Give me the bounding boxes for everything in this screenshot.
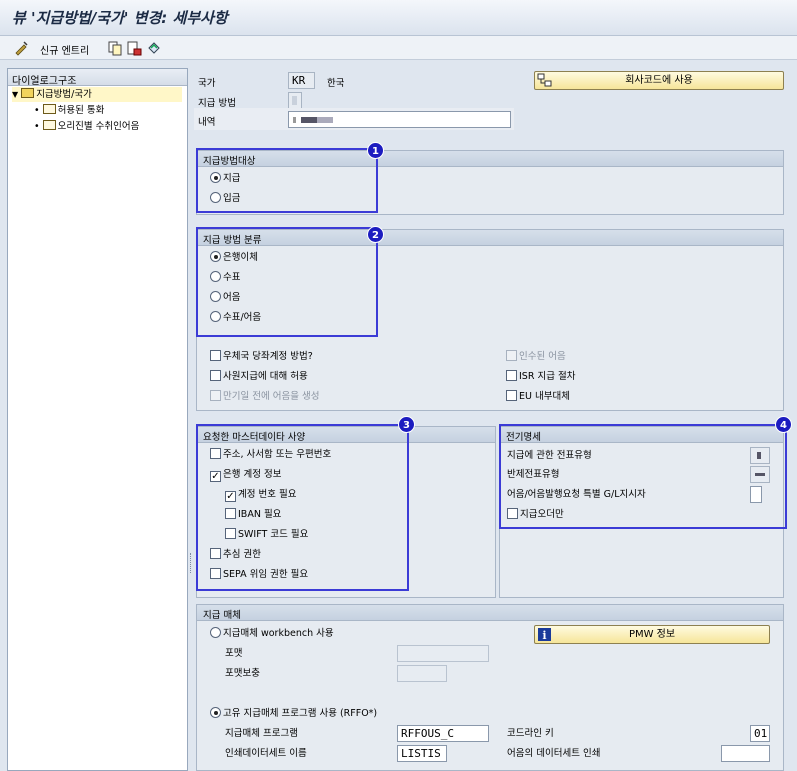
- note-print-label: 어음의 데이터세트 인쇄: [507, 748, 601, 759]
- key-field[interactable]: 01: [750, 725, 770, 742]
- program-field[interactable]: RFFOUS_C: [397, 725, 489, 742]
- checkbox-eu-internal[interactable]: EU 내부대체: [506, 389, 570, 405]
- checkbox-label: 인수된 어음: [519, 351, 566, 362]
- tree-item-allowed-currencies[interactable]: • 허용된 통화: [34, 103, 104, 118]
- checkbox-label: 우체국 당좌계정 방법?: [223, 351, 313, 362]
- checkbox-label: EU 내부대체: [519, 391, 570, 402]
- format-supplement-label: 포맷보충: [225, 668, 260, 679]
- country-name: 한국: [327, 78, 345, 89]
- format-supplement-field: [397, 665, 447, 682]
- annotation-box-4: [499, 424, 787, 529]
- checkbox-personnel[interactable]: 사원지급에 대해 허용: [210, 369, 308, 385]
- expand-arrow-icon[interactable]: ▼: [12, 90, 18, 99]
- country-field[interactable]: KR: [288, 72, 315, 89]
- annotation-box-1: [196, 148, 378, 213]
- checkbox-accepted-bill: 인수된 어음: [506, 349, 566, 365]
- checkbox-disabled-icon: [506, 350, 517, 361]
- payment-medium-title: 지급 매체: [197, 605, 783, 621]
- description-field[interactable]: [288, 111, 511, 128]
- tree-item-payment-method-country[interactable]: ▼ 지급방법/국가: [12, 87, 182, 102]
- format-field: [397, 645, 489, 662]
- application-toolbar: 신규 엔트리: [0, 36, 797, 60]
- checkbox-label: 사원지급에 대해 허용: [223, 371, 308, 382]
- checkbox-icon: [506, 370, 517, 381]
- tree-item-label: 허용된 통화: [57, 105, 105, 116]
- detail-area: 국가 KR 한국 지급 방법 내역 회사코드에 사용 지급방법대상 지급 입금 …: [194, 68, 797, 771]
- checkbox-label: ISR 지급 절차: [519, 371, 576, 382]
- checkbox-bill-before-due: 만기일 전에 어음을 생성: [210, 389, 319, 405]
- note-print-field[interactable]: [721, 745, 770, 762]
- checkbox-isr[interactable]: ISR 지급 절차: [506, 369, 575, 385]
- folder-icon: [42, 104, 56, 114]
- svg-text:i: i: [542, 629, 546, 642]
- annotation-badge-4: 4: [775, 416, 792, 433]
- new-entries-button[interactable]: 신규 엔트리: [40, 42, 89, 57]
- radio-label: 고유 지급매체 프로그램 사용 (RFFO*): [223, 708, 378, 719]
- bullet-icon: •: [34, 105, 40, 116]
- tree-header: 다이얼로그구조: [8, 69, 187, 87]
- payment-method-label: 지급 방법: [198, 98, 236, 109]
- key-label: 코드라인 키: [507, 728, 554, 739]
- country-label: 국가: [198, 78, 216, 89]
- tree-item-label: 오리진별 수취인어음: [57, 121, 140, 132]
- bullet-icon: •: [34, 121, 40, 132]
- copy-icon[interactable]: [107, 40, 123, 56]
- annotation-badge-2: 2: [367, 226, 384, 243]
- radio-button-icon: [210, 627, 221, 638]
- description-label: 내역: [198, 117, 216, 128]
- checkbox-disabled-icon: [210, 390, 221, 401]
- payment-method-field[interactable]: [288, 92, 302, 109]
- delete-icon[interactable]: [126, 40, 142, 56]
- checkbox-label: 만기일 전에 어음을 생성: [223, 391, 320, 402]
- checkbox-icon: [506, 390, 517, 401]
- format-label: 포맷: [225, 648, 243, 659]
- window-title: 뷰 '지급방법/국가' 변경: 세부사항: [12, 9, 228, 27]
- dialog-structure-tree: 다이얼로그구조 ▼ 지급방법/국가 • 허용된 통화 • 오리진별 수취인어음: [7, 68, 188, 771]
- annotation-box-3: [196, 424, 409, 591]
- tree-item-payee-bills[interactable]: • 오리진별 수취인어음: [34, 119, 139, 134]
- company-code-icon: [537, 73, 552, 87]
- print-dataset-field[interactable]: LISTIS: [397, 745, 447, 762]
- radio-button-selected-icon: [210, 707, 221, 718]
- title-bar: 뷰 '지급방법/국가' 변경: 세부사항: [0, 0, 797, 36]
- checkbox-icon: [210, 350, 221, 361]
- folder-icon: [42, 120, 56, 130]
- program-label: 지급매체 프로그램: [225, 728, 298, 739]
- checkbox-post-office[interactable]: 우체국 당좌계정 방법?: [210, 349, 313, 365]
- print-dataset-label: 인쇄데이터세트 이름: [225, 748, 307, 759]
- checkbox-icon: [210, 370, 221, 381]
- use-in-company-code-button[interactable]: 회사코드에 사용: [534, 71, 784, 90]
- display-change-icon[interactable]: [14, 40, 30, 56]
- radio-pmw[interactable]: 지급매체 workbench 사용: [210, 626, 334, 642]
- radio-classic-program[interactable]: 고유 지급매체 프로그램 사용 (RFFO*): [210, 706, 377, 722]
- use-in-company-code-label: 회사코드에 사용: [625, 75, 693, 86]
- annotation-badge-3: 3: [398, 416, 415, 433]
- annotation-box-2: [196, 227, 378, 337]
- radio-label: 지급매체 workbench 사용: [223, 628, 334, 639]
- info-icon: i: [538, 628, 551, 642]
- annotation-badge-1: 1: [367, 142, 384, 159]
- pmw-info-button[interactable]: i PMW 정보: [534, 625, 770, 644]
- undo-change-icon[interactable]: [146, 40, 162, 56]
- tree-item-label: 지급방법/국가: [36, 89, 92, 100]
- pmw-info-label: PMW 정보: [628, 629, 676, 640]
- open-folder-icon: [21, 88, 35, 98]
